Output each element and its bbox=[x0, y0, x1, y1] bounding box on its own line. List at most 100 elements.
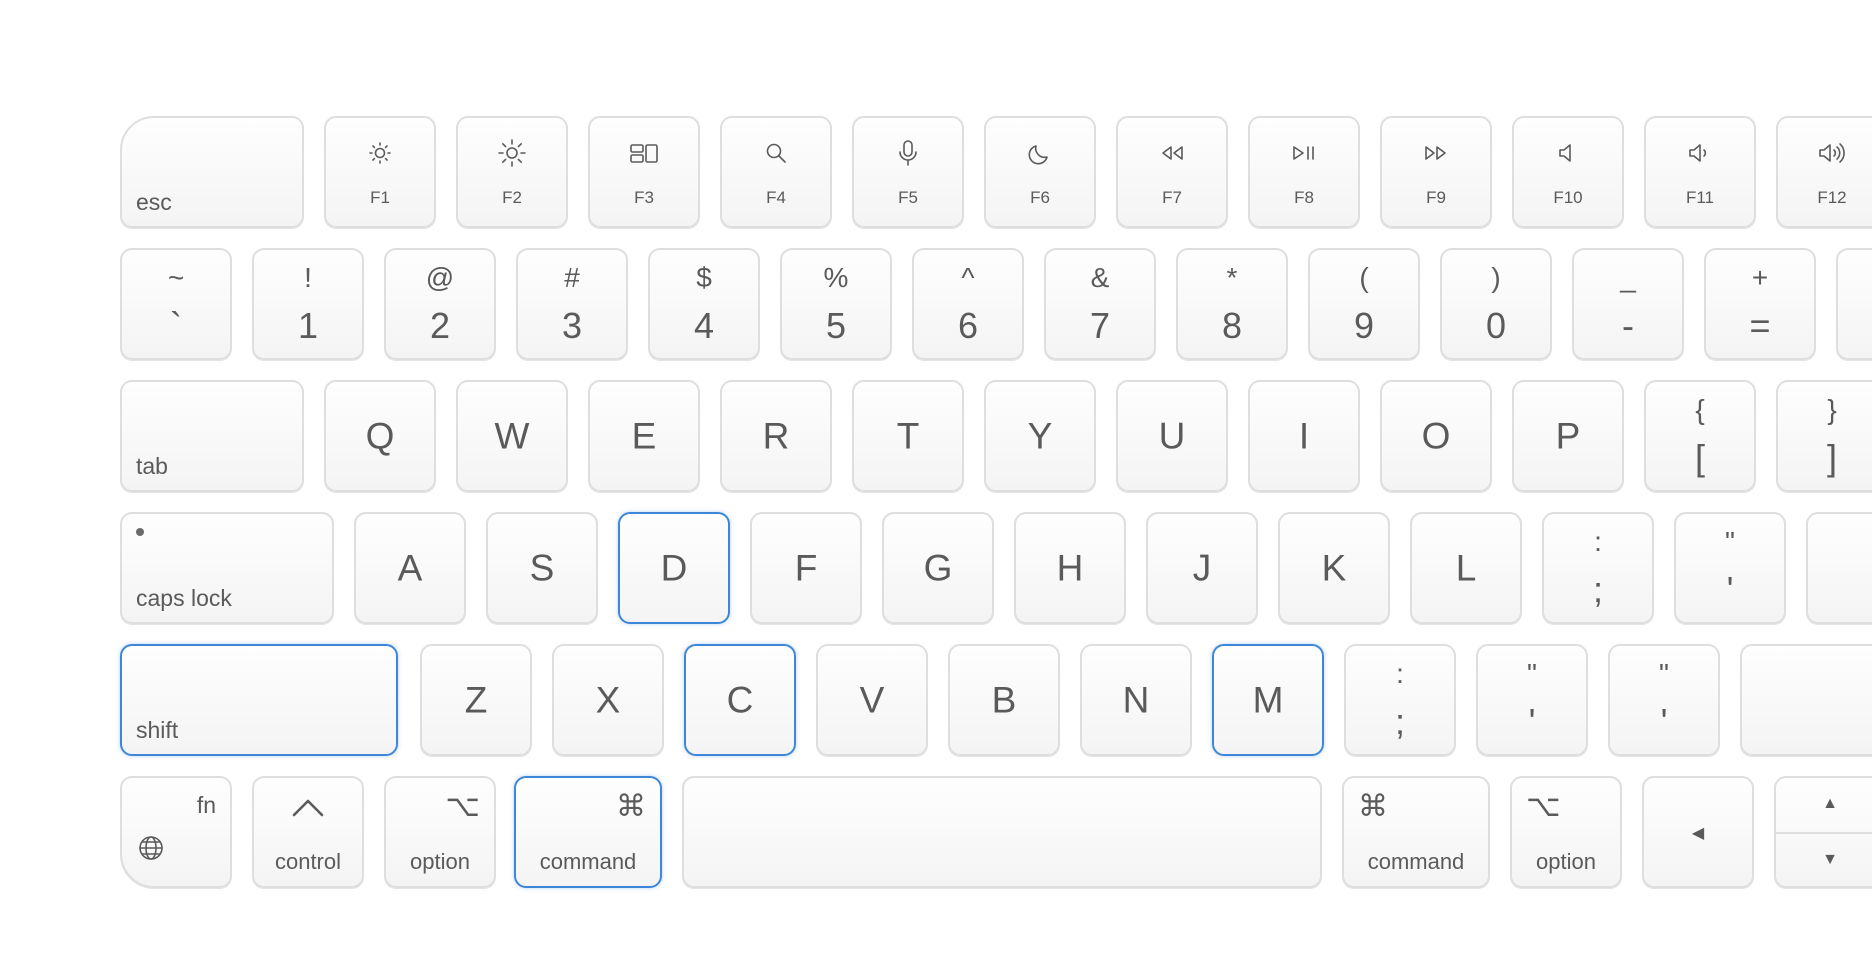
command-icon: ⌘ bbox=[616, 790, 646, 823]
tab-key[interactable]: tab bbox=[120, 380, 304, 492]
number-key--[interactable]: _ - bbox=[1572, 248, 1684, 360]
letter-key-g[interactable]: G bbox=[882, 512, 994, 624]
number-key-4[interactable]: $4 bbox=[648, 248, 760, 360]
key-base-symbol: ' bbox=[1528, 701, 1536, 742]
function-key-label: F9 bbox=[1426, 188, 1446, 207]
key-letter: B bbox=[991, 679, 1017, 721]
function-key-f6[interactable]: F6 bbox=[984, 116, 1096, 228]
function-key-f9[interactable]: F9 bbox=[1380, 116, 1492, 228]
arrow-up-down-key[interactable]: ▲ ▼ bbox=[1774, 776, 1872, 888]
shift-key-right-partial[interactable] bbox=[1740, 644, 1872, 756]
number-key-grave[interactable]: ~ ` bbox=[120, 248, 232, 360]
letter-key-f[interactable]: F bbox=[750, 512, 862, 624]
esc-key[interactable]: esc bbox=[120, 116, 304, 228]
command-key-left[interactable]: ⌘ command bbox=[514, 776, 662, 888]
letter-key-j[interactable]: J bbox=[1146, 512, 1258, 624]
function-key-f4[interactable]: F4 bbox=[720, 116, 832, 228]
letter-key-d[interactable]: D bbox=[618, 512, 730, 624]
letter-key-m[interactable]: M bbox=[1212, 644, 1324, 756]
comma-key[interactable]: :; bbox=[1344, 644, 1456, 756]
function-key-f8[interactable]: F8 bbox=[1248, 116, 1360, 228]
key-letter: C bbox=[726, 679, 754, 721]
function-key-f12[interactable]: F12 bbox=[1776, 116, 1872, 228]
function-key-f2[interactable]: F2 bbox=[456, 116, 568, 228]
number-key-5[interactable]: % 5 bbox=[780, 248, 892, 360]
function-key-f1[interactable]: F1 bbox=[324, 116, 436, 228]
quote-key[interactable]: " ' bbox=[1674, 512, 1786, 624]
key-base-symbol: ` bbox=[170, 305, 182, 346]
number-key-1[interactable]: ! 1 bbox=[252, 248, 364, 360]
key-letter: N bbox=[1122, 679, 1150, 721]
caps-lock-key[interactable]: caps lock bbox=[120, 512, 334, 624]
function-key-f5[interactable]: F5 bbox=[852, 116, 964, 228]
option-icon: ⌥ bbox=[445, 790, 480, 823]
letter-key-x[interactable]: X bbox=[552, 644, 664, 756]
letter-key-p[interactable]: P bbox=[1512, 380, 1624, 492]
key-letter: R bbox=[762, 415, 790, 457]
key-letter: G bbox=[923, 547, 953, 589]
letter-key-w[interactable]: W bbox=[456, 380, 568, 492]
number-key-7[interactable]: & 7 bbox=[1044, 248, 1156, 360]
key-base-symbol: 1 bbox=[297, 305, 319, 346]
fn-key[interactable]: fn bbox=[120, 776, 232, 888]
letter-key-a[interactable]: A bbox=[354, 512, 466, 624]
letter-key-s[interactable]: S bbox=[486, 512, 598, 624]
open-bracket-key[interactable]: {[ bbox=[1644, 380, 1756, 492]
number-key-3[interactable]: #3 bbox=[516, 248, 628, 360]
number-key-6[interactable]: ^ 6 bbox=[912, 248, 1024, 360]
brightness-down-icon bbox=[365, 138, 395, 168]
key-shift-symbol: & bbox=[1090, 262, 1110, 293]
number-key-9[interactable]: (9 bbox=[1308, 248, 1420, 360]
space-bar[interactable] bbox=[682, 776, 1322, 888]
key-shift-symbol: _ bbox=[1620, 262, 1636, 293]
search-icon bbox=[761, 138, 791, 168]
key-shift-symbol: @ bbox=[425, 262, 455, 293]
close-bracket-key[interactable]: }] bbox=[1776, 380, 1872, 492]
number-key-0[interactable]: ) 0 bbox=[1440, 248, 1552, 360]
control-key[interactable]: control bbox=[252, 776, 364, 888]
key-base-symbol: 3 bbox=[561, 305, 583, 346]
number-key-8[interactable]: * 8 bbox=[1176, 248, 1288, 360]
letter-key-v[interactable]: V bbox=[816, 644, 928, 756]
return-key-partial[interactable] bbox=[1806, 512, 1872, 624]
letter-key-e[interactable]: E bbox=[588, 380, 700, 492]
number-key-=[interactable]: + = bbox=[1704, 248, 1816, 360]
function-key-f3[interactable]: F3 bbox=[588, 116, 700, 228]
letter-key-n[interactable]: N bbox=[1080, 644, 1192, 756]
key-letter: D bbox=[660, 547, 688, 589]
letter-key-o[interactable]: O bbox=[1380, 380, 1492, 492]
key-shift-symbol: $ bbox=[696, 262, 712, 293]
key-shift-symbol: : bbox=[1594, 526, 1602, 557]
letter-key-y[interactable]: Y bbox=[984, 380, 1096, 492]
letter-key-r[interactable]: R bbox=[720, 380, 832, 492]
letter-key-k[interactable]: K bbox=[1278, 512, 1390, 624]
key-base-symbol: ] bbox=[1826, 437, 1837, 478]
slash-key[interactable]: " ' bbox=[1608, 644, 1720, 756]
semicolon-key[interactable]: :; bbox=[1542, 512, 1654, 624]
period-key[interactable]: " ' bbox=[1476, 644, 1588, 756]
delete-key-partial[interactable] bbox=[1836, 248, 1872, 360]
letter-key-h[interactable]: H bbox=[1014, 512, 1126, 624]
function-key-f11[interactable]: F11 bbox=[1644, 116, 1756, 228]
function-key-f10[interactable]: F10 bbox=[1512, 116, 1624, 228]
letter-key-t[interactable]: T bbox=[852, 380, 964, 492]
letter-key-z[interactable]: Z bbox=[420, 644, 532, 756]
key-base-symbol: 7 bbox=[1089, 305, 1111, 346]
function-key-f7[interactable]: F7 bbox=[1116, 116, 1228, 228]
number-key-2[interactable]: @2 bbox=[384, 248, 496, 360]
option-key-right[interactable]: ⌥ option bbox=[1510, 776, 1622, 888]
letter-key-c[interactable]: C bbox=[684, 644, 796, 756]
key-letter: F bbox=[794, 547, 818, 589]
letter-key-l[interactable]: L bbox=[1410, 512, 1522, 624]
key-shift-symbol: ( bbox=[1359, 262, 1369, 293]
key-letter: E bbox=[631, 415, 657, 457]
letter-key-b[interactable]: B bbox=[948, 644, 1060, 756]
letter-key-i[interactable]: I bbox=[1248, 380, 1360, 492]
command-key-right[interactable]: ⌘ command bbox=[1342, 776, 1490, 888]
option-key-left[interactable]: ⌥ option bbox=[384, 776, 496, 888]
letter-key-q[interactable]: Q bbox=[324, 380, 436, 492]
shift-key-left[interactable]: shift bbox=[120, 644, 398, 756]
letter-key-u[interactable]: U bbox=[1116, 380, 1228, 492]
option-label: option bbox=[1536, 849, 1596, 874]
arrow-left-key[interactable]: ◀ bbox=[1642, 776, 1754, 888]
